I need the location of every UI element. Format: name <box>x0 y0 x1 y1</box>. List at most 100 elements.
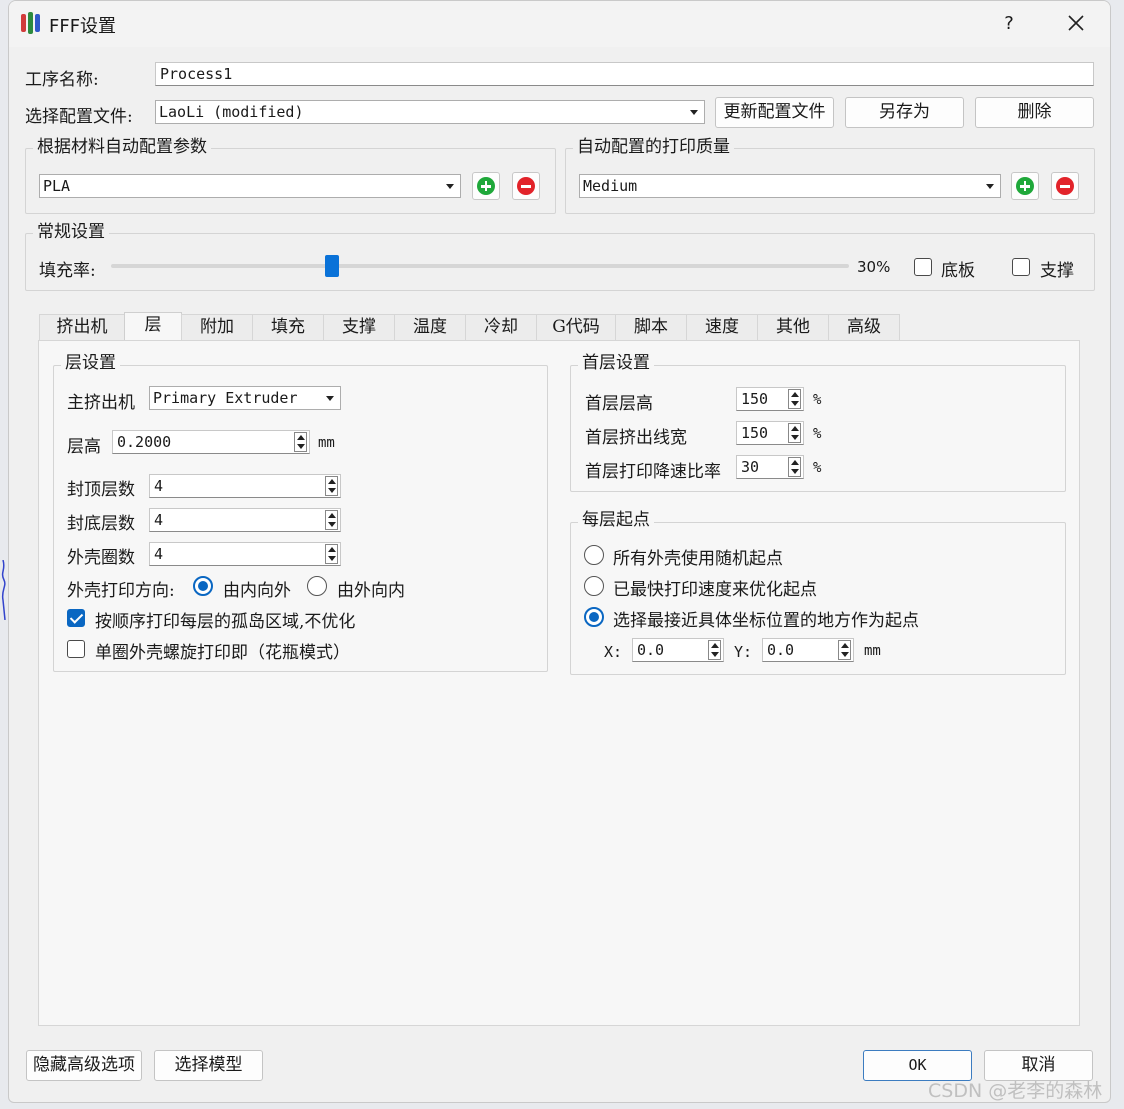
material-group-title: 根据材料自动配置参数 <box>33 137 211 157</box>
vase-mode-checkbox[interactable] <box>67 640 85 658</box>
tab-7[interactable]: G代码 <box>536 314 616 340</box>
delete-profile-button[interactable]: 删除 <box>975 97 1094 128</box>
first-layer-speed-spinbox[interactable]: 30 <box>736 455 804 479</box>
first-layer-height-unit: % <box>813 392 822 408</box>
primary-extruder-select[interactable]: Primary Extruder <box>149 386 341 410</box>
chevron-down-icon <box>986 184 994 189</box>
layer-height-unit: mm <box>318 435 335 451</box>
tab-10[interactable]: 其他 <box>757 314 829 340</box>
spin-arrows-icon[interactable] <box>294 432 307 452</box>
hide-advanced-button[interactable]: 隐藏高级选项 <box>26 1050 142 1081</box>
tab-5[interactable]: 温度 <box>394 314 466 340</box>
start-x-value: 0.0 <box>637 641 665 659</box>
top-layers-spinbox[interactable]: 4 <box>149 474 341 498</box>
remove-icon <box>1056 177 1074 195</box>
first-layer-width-value: 150 <box>741 424 769 442</box>
start-x-label: X: <box>604 643 623 661</box>
add-material-button[interactable] <box>472 172 500 200</box>
quality-select-value: Medium <box>583 177 638 195</box>
material-select-value: PLA <box>43 177 71 195</box>
quality-group-title: 自动配置的打印质量 <box>573 137 734 157</box>
quality-select[interactable]: Medium <box>579 174 1001 198</box>
tab-3[interactable]: 填充 <box>252 314 324 340</box>
start-random-radio[interactable] <box>584 545 604 565</box>
add-quality-button[interactable] <box>1011 172 1039 200</box>
direction-inside-out-label: 由内向外 <box>223 581 291 601</box>
material-select[interactable]: PLA <box>39 174 461 198</box>
layer-height-label: 层高 <box>67 437 101 457</box>
spin-arrows-icon[interactable] <box>788 423 801 443</box>
settings-tabs: 挤出机层附加 填充 支撑 温度 冷却 G代码 脚本 速度 其他 高级 <box>39 312 900 341</box>
start-y-value: 0.0 <box>767 641 795 659</box>
app-logo-icon <box>21 12 41 34</box>
layer-settings-title: 层设置 <box>61 353 120 373</box>
tab-6[interactable]: 冷却 <box>465 314 537 340</box>
perimeters-spinbox[interactable]: 4 <box>149 542 341 566</box>
tab-11[interactable]: 高级 <box>828 314 900 340</box>
direction-inside-out-radio[interactable] <box>193 576 213 596</box>
spin-arrows-icon[interactable] <box>325 476 338 496</box>
process-name-input[interactable]: Process1 <box>155 62 1094 86</box>
start-closest-label: 选择最接近具体坐标位置的地方作为起点 <box>613 611 919 631</box>
spin-arrows-icon[interactable] <box>708 640 721 660</box>
remove-quality-button[interactable] <box>1051 172 1079 200</box>
first-layer-title: 首层设置 <box>578 353 654 373</box>
start-unit: mm <box>864 643 881 659</box>
layer-height-value: 0.2000 <box>117 433 172 451</box>
direction-outside-in-radio[interactable] <box>307 576 327 596</box>
perimeters-label: 外壳圈数 <box>67 548 135 568</box>
layer-height-spinbox[interactable]: 0.2000 <box>112 430 310 454</box>
tab-4[interactable]: 支撑 <box>323 314 395 340</box>
start-fastest-label: 已最快打印速度来优化起点 <box>613 580 817 600</box>
start-x-spinbox[interactable]: 0.0 <box>632 638 724 662</box>
perimeters-value: 4 <box>154 545 164 563</box>
first-layer-speed-unit: % <box>813 460 822 476</box>
profile-label: 选择配置文件: <box>25 107 133 127</box>
process-name-label: 工序名称: <box>25 70 99 90</box>
bottom-layers-spinbox[interactable]: 4 <box>149 508 341 532</box>
chevron-down-icon <box>326 396 334 401</box>
spin-arrows-icon[interactable] <box>788 389 801 409</box>
primary-extruder-value: Primary Extruder <box>153 389 298 407</box>
window-title: FFF设置 <box>49 16 117 37</box>
islands-checkbox[interactable] <box>67 609 85 627</box>
tab-2[interactable]: 附加 <box>181 314 253 340</box>
profile-select[interactable]: LaoLi (modified) <box>155 100 705 124</box>
start-fastest-radio[interactable] <box>584 576 604 596</box>
first-layer-height-spinbox[interactable]: 150 <box>736 387 804 411</box>
infill-slider-track[interactable] <box>111 264 849 268</box>
spin-arrows-icon[interactable] <box>325 510 338 530</box>
infill-value: 30% <box>857 258 891 276</box>
remove-material-button[interactable] <box>512 172 540 200</box>
first-layer-width-spinbox[interactable]: 150 <box>736 421 804 445</box>
raft-checkbox[interactable] <box>914 258 932 276</box>
select-model-button[interactable]: 选择模型 <box>154 1050 263 1081</box>
help-button[interactable]: ? <box>994 9 1024 39</box>
top-layers-label: 封顶层数 <box>67 480 135 500</box>
start-closest-radio[interactable] <box>584 607 604 627</box>
add-icon <box>477 177 495 195</box>
tab-8[interactable]: 脚本 <box>615 314 687 340</box>
spin-arrows-icon[interactable] <box>838 640 851 660</box>
tab-1[interactable]: 层 <box>124 312 182 340</box>
infill-slider-handle[interactable] <box>325 255 339 277</box>
start-y-spinbox[interactable]: 0.0 <box>762 638 854 662</box>
general-settings-group <box>25 233 1095 291</box>
spin-arrows-icon[interactable] <box>788 457 801 477</box>
background-scribble <box>1 560 6 620</box>
direction-outside-in-label: 由外向内 <box>337 581 405 601</box>
update-profile-button[interactable]: 更新配置文件 <box>715 97 834 128</box>
spin-arrows-icon[interactable] <box>325 544 338 564</box>
tab-9[interactable]: 速度 <box>686 314 758 340</box>
top-layers-value: 4 <box>154 477 164 495</box>
remove-icon <box>517 177 535 195</box>
save-as-button[interactable]: 另存为 <box>845 97 964 128</box>
islands-label: 按顺序打印每层的孤岛区域,不优化 <box>95 612 356 632</box>
general-settings-title: 常规设置 <box>33 222 109 242</box>
first-layer-height-value: 150 <box>741 390 769 408</box>
support-checkbox[interactable] <box>1012 258 1030 276</box>
first-layer-height-label: 首层层高 <box>585 394 653 414</box>
tab-0[interactable]: 挤出机 <box>39 314 125 340</box>
first-layer-width-label: 首层挤出线宽 <box>585 428 687 448</box>
close-button[interactable] <box>1059 7 1093 41</box>
